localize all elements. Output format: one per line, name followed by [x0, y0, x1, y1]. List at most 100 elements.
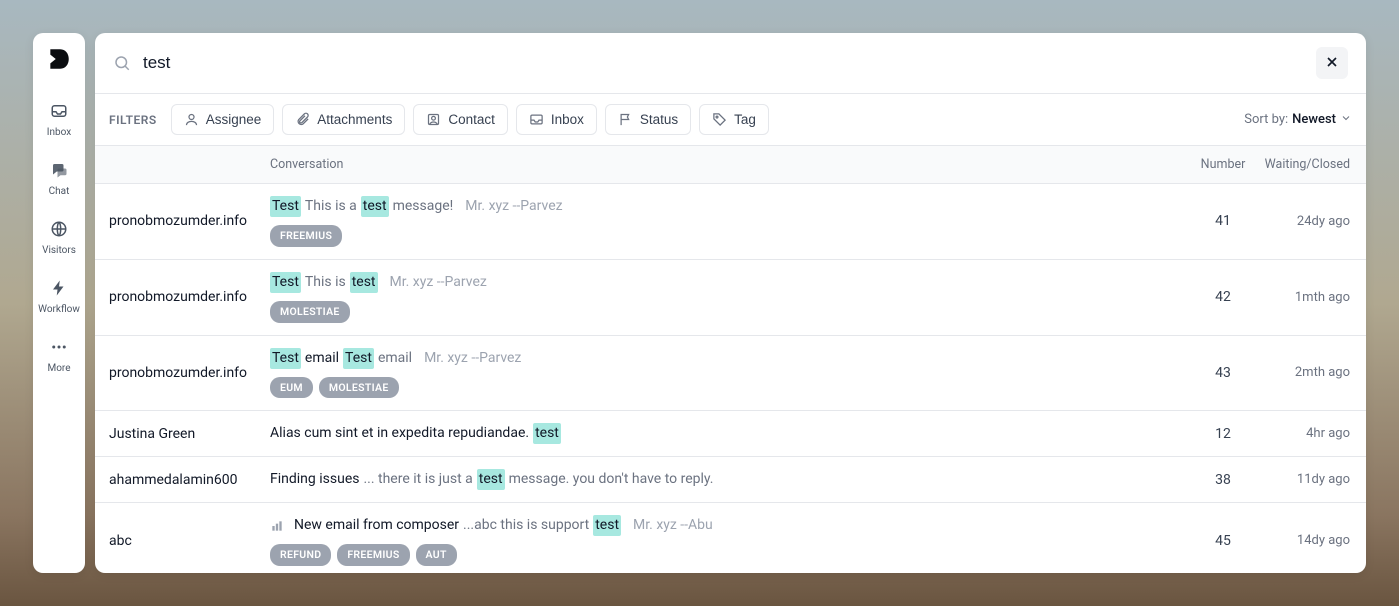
- tag-badge: FREEMIUS: [270, 225, 342, 247]
- main-panel: FILTERS Assignee Attachments Contact Inb…: [95, 33, 1366, 573]
- filter-status[interactable]: Status: [605, 104, 691, 135]
- close-button[interactable]: [1316, 47, 1348, 79]
- filter-assignee[interactable]: Assignee: [171, 104, 275, 135]
- highlight: test: [361, 196, 389, 217]
- waiting-cell: 24dy ago: [1256, 214, 1366, 229]
- globe-icon: [49, 219, 69, 239]
- nav-workflow[interactable]: Workflow: [38, 278, 80, 315]
- preview-text: ... there it is just a: [363, 469, 472, 490]
- meta-text: Mr. xyz --Parvez: [424, 348, 521, 369]
- title-text: email: [305, 348, 339, 369]
- header-conversation: Conversation: [270, 157, 1190, 172]
- filter-label-text: Status: [640, 112, 678, 127]
- table-row[interactable]: pronobmozumder.infoTest This is testMr. …: [95, 260, 1366, 336]
- app-logo: [45, 45, 73, 73]
- highlight: test: [350, 272, 378, 293]
- filters-label: FILTERS: [109, 113, 157, 127]
- tag-icon: [712, 112, 727, 127]
- sort-value: Newest: [1292, 112, 1336, 127]
- search-input[interactable]: [143, 53, 1304, 73]
- sort-label: Sort by:: [1244, 112, 1288, 127]
- table-row[interactable]: ahammedalamin600Finding issues ... there…: [95, 457, 1366, 503]
- tag-badge: MOLESTIAE: [319, 377, 399, 399]
- flag-icon: [618, 112, 633, 127]
- header-number: Number: [1190, 157, 1256, 172]
- filter-label-text: Assignee: [206, 112, 262, 127]
- filter-label-text: Tag: [734, 112, 756, 127]
- preview-text: ...abc this is support: [463, 515, 589, 536]
- highlight: Test: [270, 196, 301, 217]
- dots-icon: [49, 337, 69, 357]
- inbox-small-icon: [529, 112, 544, 127]
- waiting-cell: 14dy ago: [1256, 533, 1366, 548]
- table-header: Conversation Number Waiting/Closed: [95, 146, 1366, 184]
- preview-text: message!: [393, 196, 454, 217]
- chevron-down-icon: [1340, 112, 1352, 128]
- sender-cell: pronobmozumder.info: [95, 213, 270, 229]
- filter-tag[interactable]: Tag: [699, 104, 769, 135]
- close-icon: [1324, 54, 1340, 73]
- sort-dropdown[interactable]: Sort by: Newest: [1244, 112, 1352, 128]
- bolt-icon: [49, 278, 69, 298]
- number-cell: 12: [1190, 426, 1256, 442]
- number-cell: 43: [1190, 365, 1256, 381]
- sender-cell: ahammedalamin600: [95, 472, 270, 488]
- highlight: test: [593, 515, 621, 536]
- nav-inbox[interactable]: Inbox: [47, 101, 71, 138]
- person-icon: [184, 112, 199, 127]
- waiting-cell: 1mth ago: [1256, 290, 1366, 305]
- sender-cell: pronobmozumder.info: [95, 365, 270, 381]
- bar-chart-icon: [270, 519, 284, 533]
- filter-label-text: Contact: [448, 112, 495, 127]
- waiting-cell: 4hr ago: [1256, 426, 1366, 441]
- conversation-cell: Test This is a test message!Mr. xyz --Pa…: [270, 184, 1190, 259]
- search-icon: [113, 54, 131, 72]
- title-text: Alias cum sint et in expedita repudianda…: [270, 423, 529, 444]
- nav-label: Inbox: [47, 127, 71, 138]
- highlight: Test: [270, 272, 301, 293]
- nav-chat[interactable]: Chat: [49, 160, 70, 197]
- results-list: pronobmozumder.infoTest This is a test m…: [95, 184, 1366, 573]
- table-row[interactable]: Justina GreenAlias cum sint et in expedi…: [95, 411, 1366, 457]
- header-waiting: Waiting/Closed: [1256, 157, 1366, 172]
- filter-inbox[interactable]: Inbox: [516, 104, 597, 135]
- table-row[interactable]: abcNew email from composer ...abc this i…: [95, 503, 1366, 573]
- contact-icon: [426, 112, 441, 127]
- table-row[interactable]: pronobmozumder.infoTest This is a test m…: [95, 184, 1366, 260]
- highlight: test: [533, 423, 561, 444]
- nav-label: Chat: [49, 186, 70, 197]
- filter-attachments[interactable]: Attachments: [282, 104, 405, 135]
- number-cell: 41: [1190, 213, 1256, 229]
- meta-text: Mr. xyz --Abu: [633, 515, 713, 536]
- preview-text: email: [378, 348, 412, 369]
- filter-contact[interactable]: Contact: [413, 104, 508, 135]
- nav-label: More: [47, 363, 70, 374]
- nav-more[interactable]: More: [47, 337, 70, 374]
- conversation-cell: Test This is testMr. xyz --ParvezMOLESTI…: [270, 260, 1190, 335]
- preview-text: This is a: [305, 196, 357, 217]
- number-cell: 45: [1190, 533, 1256, 549]
- title-text: Finding issues: [270, 469, 359, 490]
- highlight: Test: [270, 348, 301, 369]
- sidebar: Inbox Chat Visitors Workflow More: [33, 33, 85, 573]
- conversation-cell: Alias cum sint et in expedita repudianda…: [270, 411, 1190, 456]
- tag-badge: MOLESTIAE: [270, 301, 350, 323]
- nav-label: Workflow: [38, 304, 80, 315]
- conversation-cell: Finding issues ... there it is just a te…: [270, 457, 1190, 502]
- waiting-cell: 11dy ago: [1256, 472, 1366, 487]
- meta-text: Mr. xyz --Parvez: [390, 272, 487, 293]
- nav-visitors[interactable]: Visitors: [42, 219, 76, 256]
- nav-label: Visitors: [42, 245, 76, 256]
- chat-icon: [49, 160, 69, 180]
- sender-cell: pronobmozumder.info: [95, 289, 270, 305]
- filter-row: FILTERS Assignee Attachments Contact Inb…: [95, 94, 1366, 146]
- highlight: Test: [343, 348, 374, 369]
- waiting-cell: 2mth ago: [1256, 365, 1366, 380]
- number-cell: 42: [1190, 289, 1256, 305]
- paperclip-icon: [295, 112, 310, 127]
- preview-text: message. you don't have to reply.: [509, 469, 714, 490]
- table-row[interactable]: pronobmozumder.infoTest email Test email…: [95, 336, 1366, 412]
- sender-cell: abc: [95, 533, 270, 549]
- sender-cell: Justina Green: [95, 426, 270, 442]
- tag-badge: FREEMIUS: [337, 544, 409, 566]
